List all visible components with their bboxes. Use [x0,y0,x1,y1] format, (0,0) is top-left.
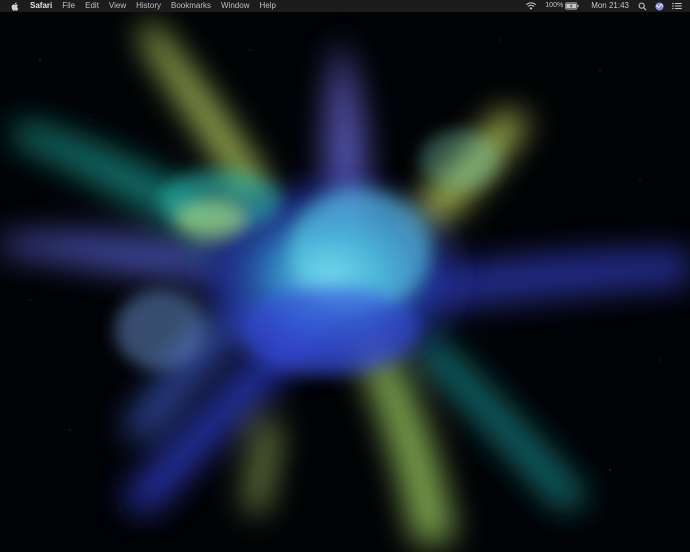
menu-bookmarks[interactable]: Bookmarks [166,0,216,12]
wifi-icon [526,2,537,10]
menu-bar: Safari File Edit View History Bookmarks … [0,0,690,12]
battery-percent: 100% [545,2,564,9]
list-icon[interactable] [672,2,682,10]
menu-history[interactable]: History [131,0,166,12]
apple-logo-icon[interactable] [10,0,20,12]
battery-charging-icon [565,2,579,10]
wallpaper [0,0,690,552]
menu-edit[interactable]: Edit [80,0,104,12]
menu-file[interactable]: File [57,0,80,12]
wifi-status[interactable] [525,0,545,12]
menu-view[interactable]: View [104,0,131,12]
siri-icon[interactable] [655,1,664,11]
clock[interactable]: Mon 21:43 [591,0,629,12]
desktop[interactable]: Safari File Edit View History Bookmarks … [0,0,690,552]
menu-help[interactable]: Help [254,0,280,12]
menu-bar-status: 100% Mon 21:43 [525,0,690,12]
magnifier-icon[interactable] [638,2,647,11]
menu-window[interactable]: Window [216,0,254,12]
battery-status[interactable]: 100% [545,0,591,12]
menu-bar-left: Safari File Edit View History Bookmarks … [0,0,281,12]
app-menu-safari[interactable]: Safari [28,0,57,12]
